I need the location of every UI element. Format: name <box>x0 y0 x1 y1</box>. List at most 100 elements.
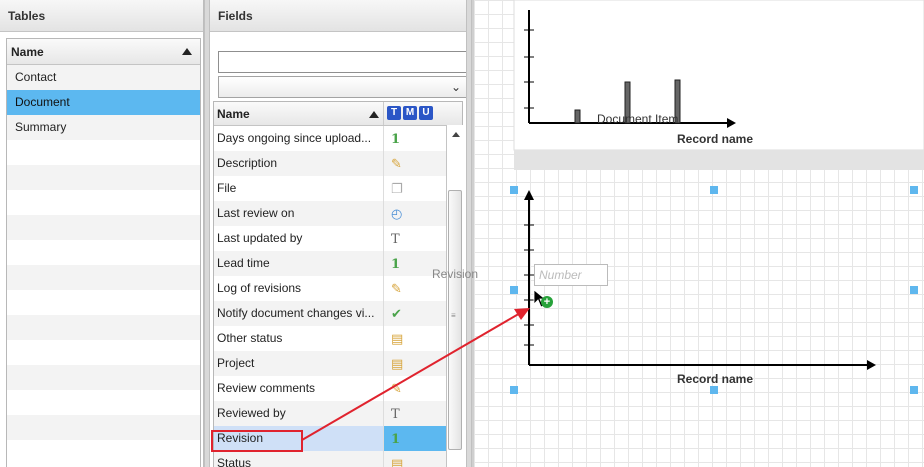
grip-icon: ≡ <box>451 311 456 320</box>
tables-name-column[interactable]: Name <box>7 39 200 65</box>
table-row-empty <box>7 440 200 465</box>
checkbox-icon: ✔ <box>391 306 402 321</box>
chevron-down-icon: ⌄ <box>450 80 461 94</box>
field-name: Lead time <box>214 251 384 276</box>
resize-handle[interactable] <box>710 386 718 394</box>
fields-name-column[interactable]: Name <box>214 102 384 125</box>
revision-highlight-box <box>211 430 303 452</box>
number-icon: 1 <box>391 132 401 147</box>
fields-scrollbar[interactable]: ≡ <box>446 125 463 467</box>
field-name: Project <box>214 351 384 376</box>
number-icon: 1 <box>391 432 401 447</box>
sort-ascending-icon <box>182 48 192 55</box>
flag-t-button[interactable]: T <box>387 106 401 120</box>
field-type-cell: ▤ <box>384 351 454 376</box>
scroll-up-icon[interactable] <box>452 132 460 137</box>
field-row[interactable]: Lead time 1 <box>214 251 462 276</box>
top-chart-item-label: Document Item <box>597 112 679 126</box>
relation-icon: ▤ <box>391 331 404 346</box>
table-row-empty <box>7 315 200 340</box>
field-row[interactable]: Status ▤ <box>214 451 462 467</box>
fields-panel: Fields ⌄ Name T M U Days ongoing since u… <box>210 0 468 467</box>
memo-icon: ✎ <box>391 156 402 171</box>
field-name: Status <box>214 451 384 467</box>
file-icon: ❐ <box>391 181 403 196</box>
table-row-empty <box>7 190 200 215</box>
resize-handle[interactable] <box>710 186 718 194</box>
resize-handle[interactable] <box>510 186 518 194</box>
field-name: Reviewed by <box>214 401 384 426</box>
field-name: Description <box>214 151 384 176</box>
resize-handle[interactable] <box>910 286 918 294</box>
table-row-empty <box>7 165 200 190</box>
memo-icon: ✎ <box>391 281 402 296</box>
table-row-empty <box>7 365 200 390</box>
tables-panel: Tables Name Contact Document Summary <box>0 0 204 467</box>
field-type-cell: ✔ <box>384 301 454 326</box>
tables-list: Name Contact Document Summary <box>6 38 201 467</box>
table-row-contact[interactable]: Contact <box>7 65 200 90</box>
relation-icon: ▤ <box>391 356 404 371</box>
field-name: Days ongoing since upload... <box>214 126 384 151</box>
field-row[interactable]: Log of revisions ✎ <box>214 276 462 301</box>
table-row-empty <box>7 340 200 365</box>
fields-filter-select[interactable]: ⌄ <box>218 76 468 98</box>
field-type-cell: 1 <box>384 426 454 451</box>
field-name: Last updated by <box>214 226 384 251</box>
field-name: Log of revisions <box>214 276 384 301</box>
table-row-document[interactable]: Document <box>7 90 200 115</box>
field-name: Review comments <box>214 376 384 401</box>
table-row-empty <box>7 240 200 265</box>
field-type-cell: ✎ <box>384 151 454 176</box>
field-name: Other status <box>214 326 384 351</box>
field-row[interactable]: File ❐ <box>214 176 462 201</box>
fields-name-column-label: Name <box>217 107 250 121</box>
field-type-cell: ▤ <box>384 326 454 351</box>
add-plus-icon: + <box>541 296 553 308</box>
bottom-chart-x-label: Record name <box>677 372 754 386</box>
relation-icon: ▤ <box>391 456 404 467</box>
field-row[interactable]: Other status ▤ <box>214 326 462 351</box>
field-name: File <box>214 176 384 201</box>
fields-grid: Name T M U Days ongoing since upload... 1… <box>213 101 463 467</box>
table-row-empty <box>7 265 200 290</box>
field-row[interactable]: Notify document changes vi... ✔ <box>214 301 462 326</box>
flag-u-button[interactable]: U <box>419 106 433 120</box>
field-row[interactable]: Days ongoing since upload... 1 <box>214 126 462 151</box>
number-drop-placeholder[interactable]: Number <box>534 264 608 286</box>
field-type-cell: ◴ <box>384 201 454 226</box>
fields-search-input[interactable] <box>218 51 468 73</box>
number-icon: 1 <box>391 257 401 272</box>
resize-handle[interactable] <box>910 186 918 194</box>
fields-grid-header: Name T M U <box>214 102 462 126</box>
field-flag-buttons: T M U <box>384 102 436 125</box>
text-icon: T <box>391 232 400 247</box>
field-name: Last review on <box>214 201 384 226</box>
tables-name-column-label: Name <box>11 45 44 59</box>
scrollbar-thumb[interactable] <box>448 190 462 450</box>
text-icon: T <box>391 407 400 422</box>
field-type-cell: T <box>384 401 454 426</box>
tables-header: Tables <box>0 0 203 32</box>
table-row-summary[interactable]: Summary <box>7 115 200 140</box>
field-name: Notify document changes vi... <box>214 301 384 326</box>
table-row-empty <box>7 415 200 440</box>
field-row[interactable]: Description ✎ <box>214 151 462 176</box>
report-canvas[interactable] <box>472 0 924 467</box>
date-icon: ◴ <box>391 206 403 221</box>
field-row[interactable]: Review comments ✎ <box>214 376 462 401</box>
sort-ascending-icon <box>369 111 379 118</box>
resize-handle[interactable] <box>510 386 518 394</box>
table-row-empty <box>7 140 200 165</box>
resize-handle[interactable] <box>510 286 518 294</box>
field-type-cell: ❐ <box>384 176 454 201</box>
table-row-empty <box>7 390 200 415</box>
top-chart-x-label: Record name <box>677 132 754 146</box>
resize-handle[interactable] <box>910 386 918 394</box>
fields-header: Fields <box>210 0 466 32</box>
flag-m-button[interactable]: M <box>403 106 417 120</box>
field-row[interactable]: Last review on ◴ <box>214 201 462 226</box>
field-row[interactable]: Last updated by T <box>214 226 462 251</box>
field-row[interactable]: Project ▤ <box>214 351 462 376</box>
field-row[interactable]: Reviewed by T <box>214 401 462 426</box>
